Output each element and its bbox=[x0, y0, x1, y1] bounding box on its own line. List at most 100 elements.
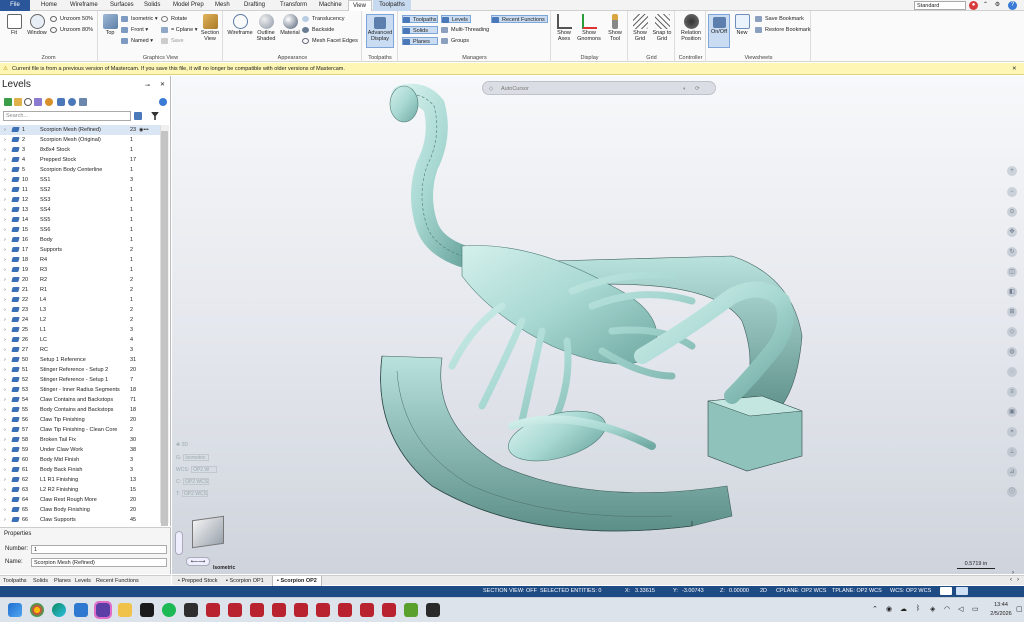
tab-surfaces[interactable]: Surfaces bbox=[106, 0, 138, 11]
expand-chevron-icon[interactable]: › bbox=[4, 315, 6, 325]
level-row[interactable]: › 53 Stinger - Inner Radius Segments 18 bbox=[0, 385, 160, 395]
save-bookmark-button[interactable]: Save Bookmark bbox=[755, 15, 804, 23]
viewsheet-tab-op1[interactable]: ▪ Scorpion OP1 bbox=[222, 576, 268, 586]
file-explorer-icon[interactable] bbox=[118, 603, 132, 617]
section-view-status[interactable]: SECTION VIEW: OFF bbox=[483, 586, 537, 597]
top-view-button[interactable]: Top bbox=[101, 14, 119, 36]
terminal-icon[interactable] bbox=[140, 603, 154, 617]
close-icon[interactable]: ✕ bbox=[1012, 63, 1017, 75]
expand-chevron-icon[interactable]: › bbox=[4, 485, 6, 495]
find-icon[interactable] bbox=[24, 98, 32, 106]
translucency-button[interactable]: Translucency bbox=[302, 15, 345, 23]
multi-threading-button[interactable]: Multi-Threading bbox=[441, 26, 489, 34]
cplane-readout[interactable]: C: OP2 WCS bbox=[176, 478, 209, 485]
wifi-icon[interactable]: ◠ bbox=[944, 605, 950, 613]
mastercam-app-icon[interactable] bbox=[316, 603, 330, 617]
show-tool-button[interactable]: Show Tool bbox=[604, 14, 626, 42]
level-row[interactable]: › 20 R2 2 bbox=[0, 275, 160, 285]
edge-icon[interactable] bbox=[52, 603, 66, 617]
expand-chevron-icon[interactable]: › bbox=[4, 225, 6, 235]
autocursor-icon[interactable]: ◇ bbox=[489, 82, 493, 96]
tray-expand-icon[interactable]: ⌃ bbox=[872, 605, 878, 613]
isometric-button[interactable]: Isometric ▾ bbox=[121, 15, 158, 23]
new-viewsheet-button[interactable]: New bbox=[732, 14, 752, 36]
expand-chevron-icon[interactable]: › bbox=[4, 185, 6, 195]
level-row[interactable]: › 3 8x8x4 Stock 1 bbox=[0, 145, 160, 155]
expand-chevron-icon[interactable]: › bbox=[4, 415, 6, 425]
mastercam-app-icon[interactable] bbox=[206, 603, 220, 617]
cloud-icon[interactable]: ☁ bbox=[900, 605, 907, 613]
expand-chevron-icon[interactable]: › bbox=[4, 255, 6, 265]
window-button[interactable]: Window bbox=[26, 14, 48, 36]
number-field[interactable]: 1 bbox=[31, 545, 167, 554]
gnomon-display-icon[interactable]: ⊿ bbox=[1007, 467, 1017, 477]
info-icon[interactable]: ? bbox=[1008, 1, 1017, 10]
expand-chevron-icon[interactable]: › bbox=[4, 295, 6, 305]
autocursor-label[interactable]: AutoCursor bbox=[501, 82, 529, 96]
minimize-ribbon-icon[interactable]: ⌃ bbox=[981, 1, 990, 10]
zoom-out-icon[interactable]: − bbox=[1007, 187, 1017, 197]
settings-icon[interactable]: ⚙ bbox=[993, 1, 1002, 10]
advanced-display-button[interactable]: Advanced Display bbox=[366, 14, 394, 48]
section-view-button[interactable]: Section View bbox=[199, 14, 221, 42]
expand-chevron-icon[interactable]: › bbox=[4, 135, 6, 145]
backside-button[interactable]: Backside bbox=[302, 26, 334, 34]
level-row[interactable]: › 24 L2 2 bbox=[0, 315, 160, 325]
expand-chevron-icon[interactable]: › bbox=[4, 445, 6, 455]
refresh-icon[interactable]: ⟳ bbox=[695, 82, 700, 96]
show-axes-button[interactable]: Show Axes bbox=[553, 14, 575, 42]
expand-chevron-icon[interactable]: › bbox=[4, 275, 6, 285]
fit-button[interactable]: Fit bbox=[3, 14, 25, 36]
outline-shaded-button[interactable]: Outline Shaded bbox=[254, 14, 278, 42]
expand-chevron-icon[interactable]: › bbox=[4, 325, 6, 335]
clock-time[interactable]: 13:44 bbox=[990, 602, 1012, 608]
mastercam-app-icon[interactable] bbox=[272, 603, 286, 617]
level-row[interactable]: › 1 Scorpion Mesh (Refined) 23 ◉••• bbox=[0, 125, 160, 135]
levels-scroll-thumb[interactable] bbox=[161, 131, 168, 526]
tplane-readout[interactable]: T: OP2 WCS bbox=[176, 490, 208, 497]
add-level-icon[interactable] bbox=[4, 98, 12, 106]
shading-mode-icon[interactable] bbox=[956, 587, 968, 595]
expand-chevron-icon[interactable]: › bbox=[4, 215, 6, 225]
level-row[interactable]: › 22 L4 1 bbox=[0, 295, 160, 305]
viewsheets-on-off-button[interactable]: On/Off bbox=[708, 14, 730, 48]
rotate-button[interactable]: Rotate bbox=[161, 15, 187, 23]
mastercam-app-icon[interactable] bbox=[338, 603, 352, 617]
expand-chevron-icon[interactable]: › bbox=[4, 385, 6, 395]
set-main-icon[interactable] bbox=[34, 98, 42, 106]
level-row[interactable]: › 65 Claw Body Finishing 20 bbox=[0, 505, 160, 515]
unzoom-50-button[interactable]: Unzoom 50% bbox=[50, 15, 93, 23]
relation-position-button[interactable]: Relation Position bbox=[677, 14, 705, 42]
level-row[interactable]: › 19 R3 1 bbox=[0, 265, 160, 275]
expand-chevron-icon[interactable]: › bbox=[4, 265, 6, 275]
level-row[interactable]: › 23 L3 2 bbox=[0, 305, 160, 315]
expand-chevron-icon[interactable]: › bbox=[4, 205, 6, 215]
tab-planes-manager[interactable]: Planes bbox=[54, 576, 71, 586]
tab-transform[interactable]: Transform bbox=[276, 0, 311, 11]
orbit-arrows-icon[interactable]: ⟵⟶ bbox=[186, 557, 210, 566]
wireframe-button[interactable]: Wireframe bbox=[226, 14, 254, 36]
recent-functions-button[interactable]: Recent Functions bbox=[491, 15, 548, 23]
level-row[interactable]: › 4 Prepped Stock 17 bbox=[0, 155, 160, 165]
viewsheet-tab-prepped-stock[interactable]: ▪ Prepped Stock bbox=[174, 576, 222, 586]
pan-icon[interactable]: ✥ bbox=[1007, 227, 1017, 237]
expand-chevron-icon[interactable]: › bbox=[4, 375, 6, 385]
level-row[interactable]: › 62 L1 R1 Finishing 13 bbox=[0, 475, 160, 485]
expand-chevron-icon[interactable]: › bbox=[4, 145, 6, 155]
battery-icon[interactable]: ▭ bbox=[972, 605, 979, 613]
mode-2d-3d-toggle[interactable]: 2D bbox=[760, 586, 767, 597]
level-row[interactable]: › 63 L2 R2 Finishing 15 bbox=[0, 485, 160, 495]
expand-chevron-icon[interactable]: › bbox=[4, 285, 6, 295]
scroll-right-icon[interactable]: › bbox=[1012, 570, 1014, 574]
graphics-viewport[interactable]: ◇ AutoCursor ◐ ⟳ ✚ 2D G: Isometric WCS: OP… bbox=[172, 76, 1024, 574]
expand-chevron-icon[interactable]: › bbox=[4, 475, 6, 485]
expand-chevron-icon[interactable]: › bbox=[4, 175, 6, 185]
solids-manager-button[interactable]: Solids bbox=[402, 26, 438, 34]
unzoom-80-button[interactable]: Unzoom 80% bbox=[50, 26, 93, 34]
level-row[interactable]: › 61 Body Back Finish 3 bbox=[0, 465, 160, 475]
mastercam-app-icon[interactable] bbox=[250, 603, 264, 617]
material-button[interactable]: Material bbox=[279, 14, 301, 36]
restore-bookmark-button[interactable]: Restore Bookmark bbox=[755, 26, 811, 34]
tool-display-icon[interactable]: ⊥ bbox=[1007, 447, 1017, 457]
mastercam-app-icon[interactable] bbox=[294, 603, 308, 617]
